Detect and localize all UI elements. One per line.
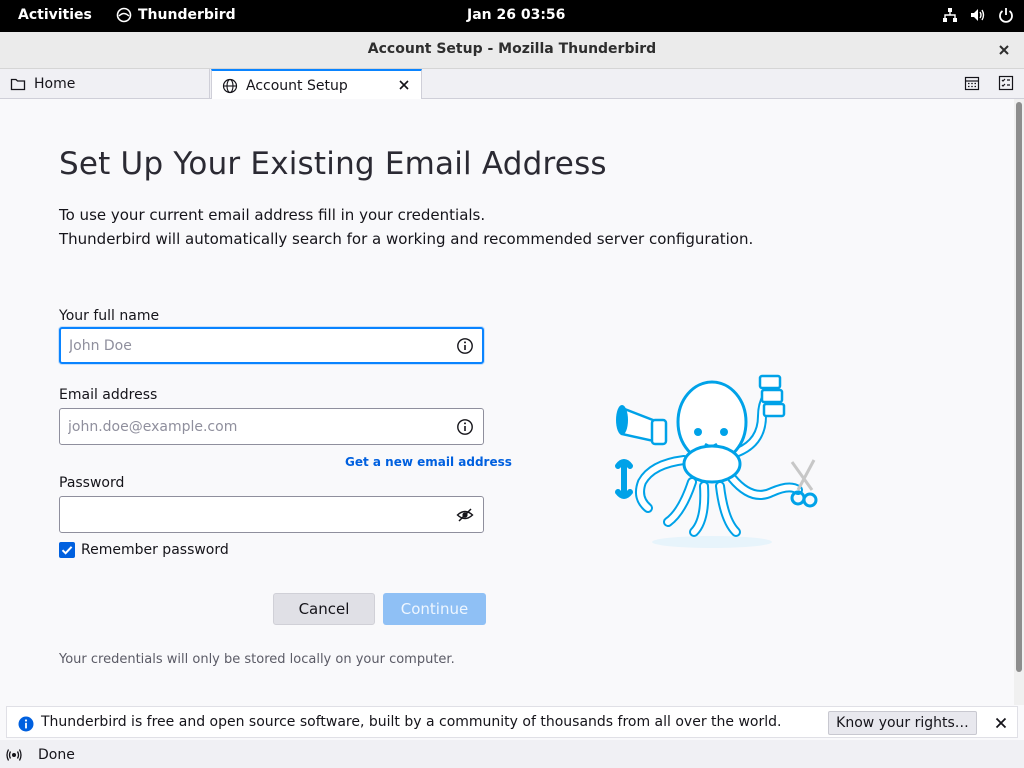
activities-button[interactable]: Activities bbox=[18, 7, 92, 23]
gnome-top-bar: Activities Thunderbird Jan 26 03:56 bbox=[0, 0, 1024, 32]
remember-password-checkbox[interactable] bbox=[59, 542, 75, 558]
info-icon[interactable] bbox=[456, 337, 474, 355]
email-label: Email address bbox=[59, 387, 158, 403]
checkmark-icon bbox=[61, 546, 73, 555]
password-input[interactable] bbox=[68, 497, 448, 532]
vertical-scrollbar[interactable] bbox=[1014, 99, 1024, 705]
network-icon bbox=[943, 8, 957, 22]
tab-bar: Home Account Setup bbox=[0, 69, 1024, 100]
online-status-icon[interactable] bbox=[6, 747, 22, 763]
remember-password-label[interactable]: Remember password bbox=[81, 542, 229, 558]
clock[interactable]: Jan 26 03:56 bbox=[467, 7, 565, 23]
password-label: Password bbox=[59, 475, 125, 491]
status-bar: Done bbox=[0, 740, 1024, 768]
scrollbar-thumb[interactable] bbox=[1016, 102, 1022, 672]
page-title: Set Up Your Existing Email Address bbox=[59, 146, 607, 182]
close-notification-icon[interactable] bbox=[994, 716, 1008, 730]
notification-message: Thunderbird is free and open source soft… bbox=[41, 714, 782, 730]
globe-icon bbox=[222, 78, 238, 93]
calendar-icon[interactable] bbox=[964, 75, 980, 91]
close-window-icon[interactable] bbox=[996, 42, 1012, 58]
info-icon bbox=[18, 716, 34, 732]
tab-label: Account Setup bbox=[246, 77, 348, 94]
info-icon[interactable] bbox=[456, 418, 474, 436]
intro-line-1: To use your current email address fill i… bbox=[59, 206, 486, 224]
know-your-rights-button[interactable]: Know your rights… bbox=[828, 711, 977, 735]
power-icon bbox=[999, 8, 1013, 23]
continue-button[interactable]: Continue bbox=[383, 593, 486, 625]
octopus-mascot-illustration bbox=[615, 374, 818, 548]
get-new-email-link[interactable]: Get a new email address bbox=[345, 455, 512, 469]
window-title: Account Setup - Mozilla Thunderbird bbox=[367, 41, 657, 57]
system-tray[interactable] bbox=[942, 7, 1014, 23]
hide-password-icon[interactable] bbox=[456, 506, 474, 524]
email-field[interactable] bbox=[59, 408, 484, 445]
tab-home[interactable]: Home bbox=[0, 69, 210, 99]
close-tab-icon[interactable] bbox=[397, 78, 411, 92]
folder-icon bbox=[10, 78, 26, 91]
tab-account-setup[interactable]: Account Setup bbox=[211, 69, 422, 100]
app-name: Thunderbird bbox=[138, 7, 236, 23]
thunderbird-icon bbox=[116, 7, 132, 23]
intro-line-2: Thunderbird will automatically search fo… bbox=[59, 230, 754, 248]
full-name-field[interactable] bbox=[59, 327, 484, 364]
full-name-input[interactable] bbox=[69, 329, 449, 362]
credentials-note: Your credentials will only be stored loc… bbox=[59, 652, 455, 667]
email-input[interactable] bbox=[68, 409, 448, 444]
status-text: Done bbox=[38, 747, 75, 763]
cancel-button[interactable]: Cancel bbox=[273, 593, 375, 625]
account-setup-page: Set Up Your Existing Email Address To us… bbox=[0, 99, 1014, 705]
app-menu[interactable]: Thunderbird bbox=[116, 7, 236, 23]
intro-text: To use your current email address fill i… bbox=[59, 203, 753, 251]
spaces-toolbar bbox=[964, 75, 1014, 91]
notification-bar: Thunderbird is free and open source soft… bbox=[6, 706, 1018, 738]
password-field[interactable] bbox=[59, 496, 484, 533]
tasks-icon[interactable] bbox=[998, 75, 1014, 91]
full-name-label: Your full name bbox=[59, 308, 160, 324]
tab-label: Home bbox=[34, 76, 76, 92]
window-titlebar: Account Setup - Mozilla Thunderbird bbox=[0, 32, 1024, 69]
volume-icon bbox=[971, 9, 985, 21]
